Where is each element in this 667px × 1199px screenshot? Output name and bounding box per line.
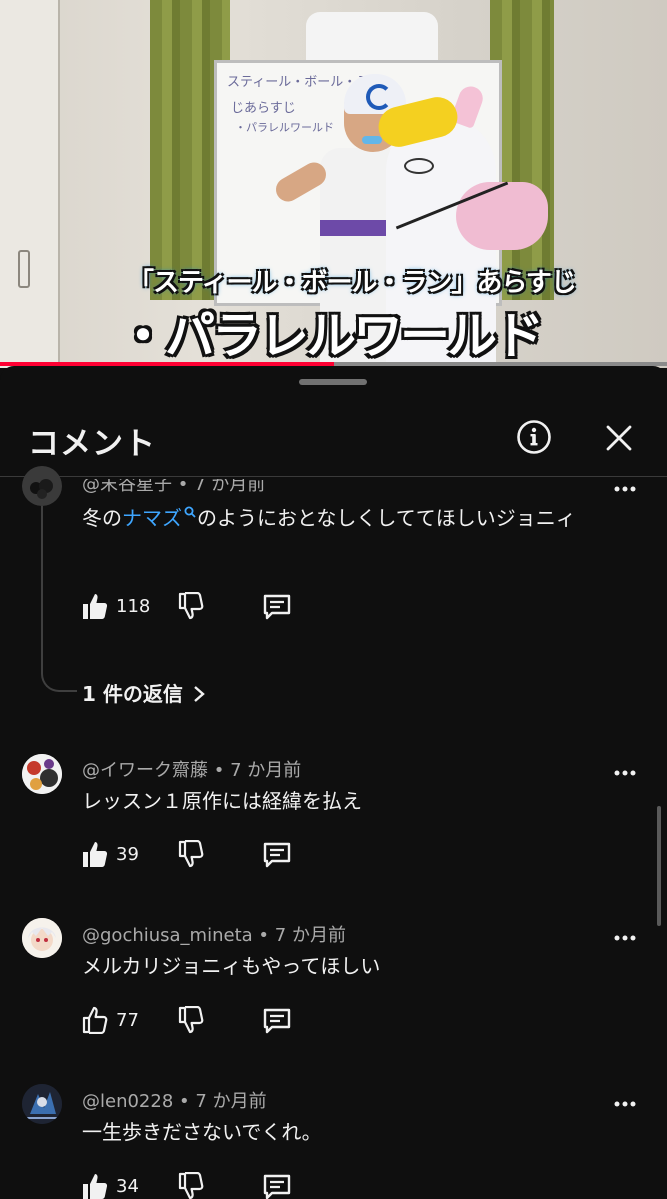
avatar[interactable] [22,466,62,506]
comment-time: 7 か月前 [274,925,346,946]
search-icon [184,506,196,518]
reply-button[interactable] [262,841,292,869]
like-count: 77 [116,1010,139,1031]
reply-button[interactable] [262,593,292,621]
comment-text-part: 冬の [82,506,122,530]
thumbs-down-icon [178,1005,204,1034]
info-circle-icon[interactable] [516,419,552,455]
dislike-button[interactable] [178,591,204,620]
like-button[interactable] [82,1006,108,1035]
like-button[interactable] [82,840,108,868]
dislike-button[interactable] [178,1005,204,1034]
comment-time: 7 か月前 [230,760,302,781]
video-caption-top: 「スティール・ボール・ラン」あらすじ [128,268,577,298]
meta-separator: • [177,474,189,495]
scrollbar[interactable] [657,806,661,926]
thumbs-up-filled-icon [83,842,108,867]
thumbs-up-filled-icon [83,1174,108,1199]
comments-header: コメント [0,402,667,477]
comment-meta: @len0228 • 7 か月前 [82,1087,267,1113]
comments-title: コメント [28,426,156,462]
comment-time: 7 か月前 [194,474,266,495]
reply-comment-icon [263,1008,291,1034]
comment-author[interactable]: @len0228 [82,1091,173,1112]
comment-actions: 77 [82,1005,322,1038]
like-count: 39 [116,844,139,865]
comment-text: レッスン１原作には経緯を払え [82,789,362,813]
thumbs-down-icon [178,839,204,868]
meta-separator: • [258,925,270,946]
video-door [0,0,60,368]
reply-comment-icon [263,1174,291,1199]
view-replies-link[interactable]: 1 件の返信 [82,678,205,708]
comments-sheet: コメント @末谷星子 • 7 か月前 冬のナマズ のようにおとなしくしててほしいジ… [0,366,667,1199]
avatar[interactable] [22,1084,62,1124]
dislike-button[interactable] [178,839,204,868]
more-options-icon[interactable] [612,476,638,502]
comment-meta: @イワーク齋藤 • 7 か月前 [82,756,301,782]
comment-author[interactable]: @末谷星子 [82,479,172,495]
video-caption-main: ・パラレルワールド [118,307,544,365]
like-button[interactable] [82,1172,108,1199]
reply-button[interactable] [262,1007,292,1035]
comment-time: 7 か月前 [195,1091,267,1112]
comment-actions: 34 [82,1171,322,1199]
comment-text: 一生歩きださないでくれ。 [82,1120,322,1144]
thumbs-up-icon [82,1006,108,1035]
comment-text-part: のようにおとなしくしててほしいジョニィ [197,506,576,530]
reply-comment-icon [263,842,291,868]
video-player[interactable]: スティール・ボール・ラン じあらすじ ・パラレルワールド 「スティール・ボール・… [0,0,667,368]
comment-actions: 118 [82,591,322,624]
reply-comment-icon [263,594,291,620]
comment-text: メルカリジョニィもやってほしい [82,954,381,978]
chevron-right-icon [193,684,205,708]
search-link-text[interactable]: ナマズ [122,506,182,530]
dislike-button[interactable] [178,1171,204,1199]
like-button[interactable] [82,592,108,620]
like-count: 34 [116,1176,139,1197]
thumbs-down-icon [178,1171,204,1199]
comment-meta: @gochiusa_mineta • 7 か月前 [82,921,346,947]
comment-text: 冬のナマズ のようにおとなしくしててほしいジョニィ [82,501,622,535]
comment-author[interactable]: @gochiusa_mineta [82,925,253,946]
meta-separator: • [179,1091,190,1112]
more-options-icon[interactable] [612,1091,638,1117]
search-link[interactable]: ナマズ [122,506,197,530]
more-options-icon[interactable] [612,760,638,786]
whiteboard-line: じあらすじ [231,101,296,116]
comment-actions: 39 [82,839,322,872]
drag-handle[interactable] [299,379,367,385]
more-options-icon[interactable] [612,925,638,951]
thumbs-up-filled-icon [83,594,108,619]
door-handle [18,250,30,288]
thumbs-down-icon [178,591,204,620]
like-count: 118 [116,596,151,617]
comment-author[interactable]: @イワーク齋藤 [82,760,208,781]
avatar[interactable] [22,918,62,958]
replies-label[interactable]: 1 件の返信 [82,682,183,706]
avatar[interactable] [22,754,62,794]
reply-thread-line [41,502,77,692]
close-icon[interactable] [602,421,636,455]
meta-separator: • [213,760,225,781]
reply-button[interactable] [262,1173,292,1199]
